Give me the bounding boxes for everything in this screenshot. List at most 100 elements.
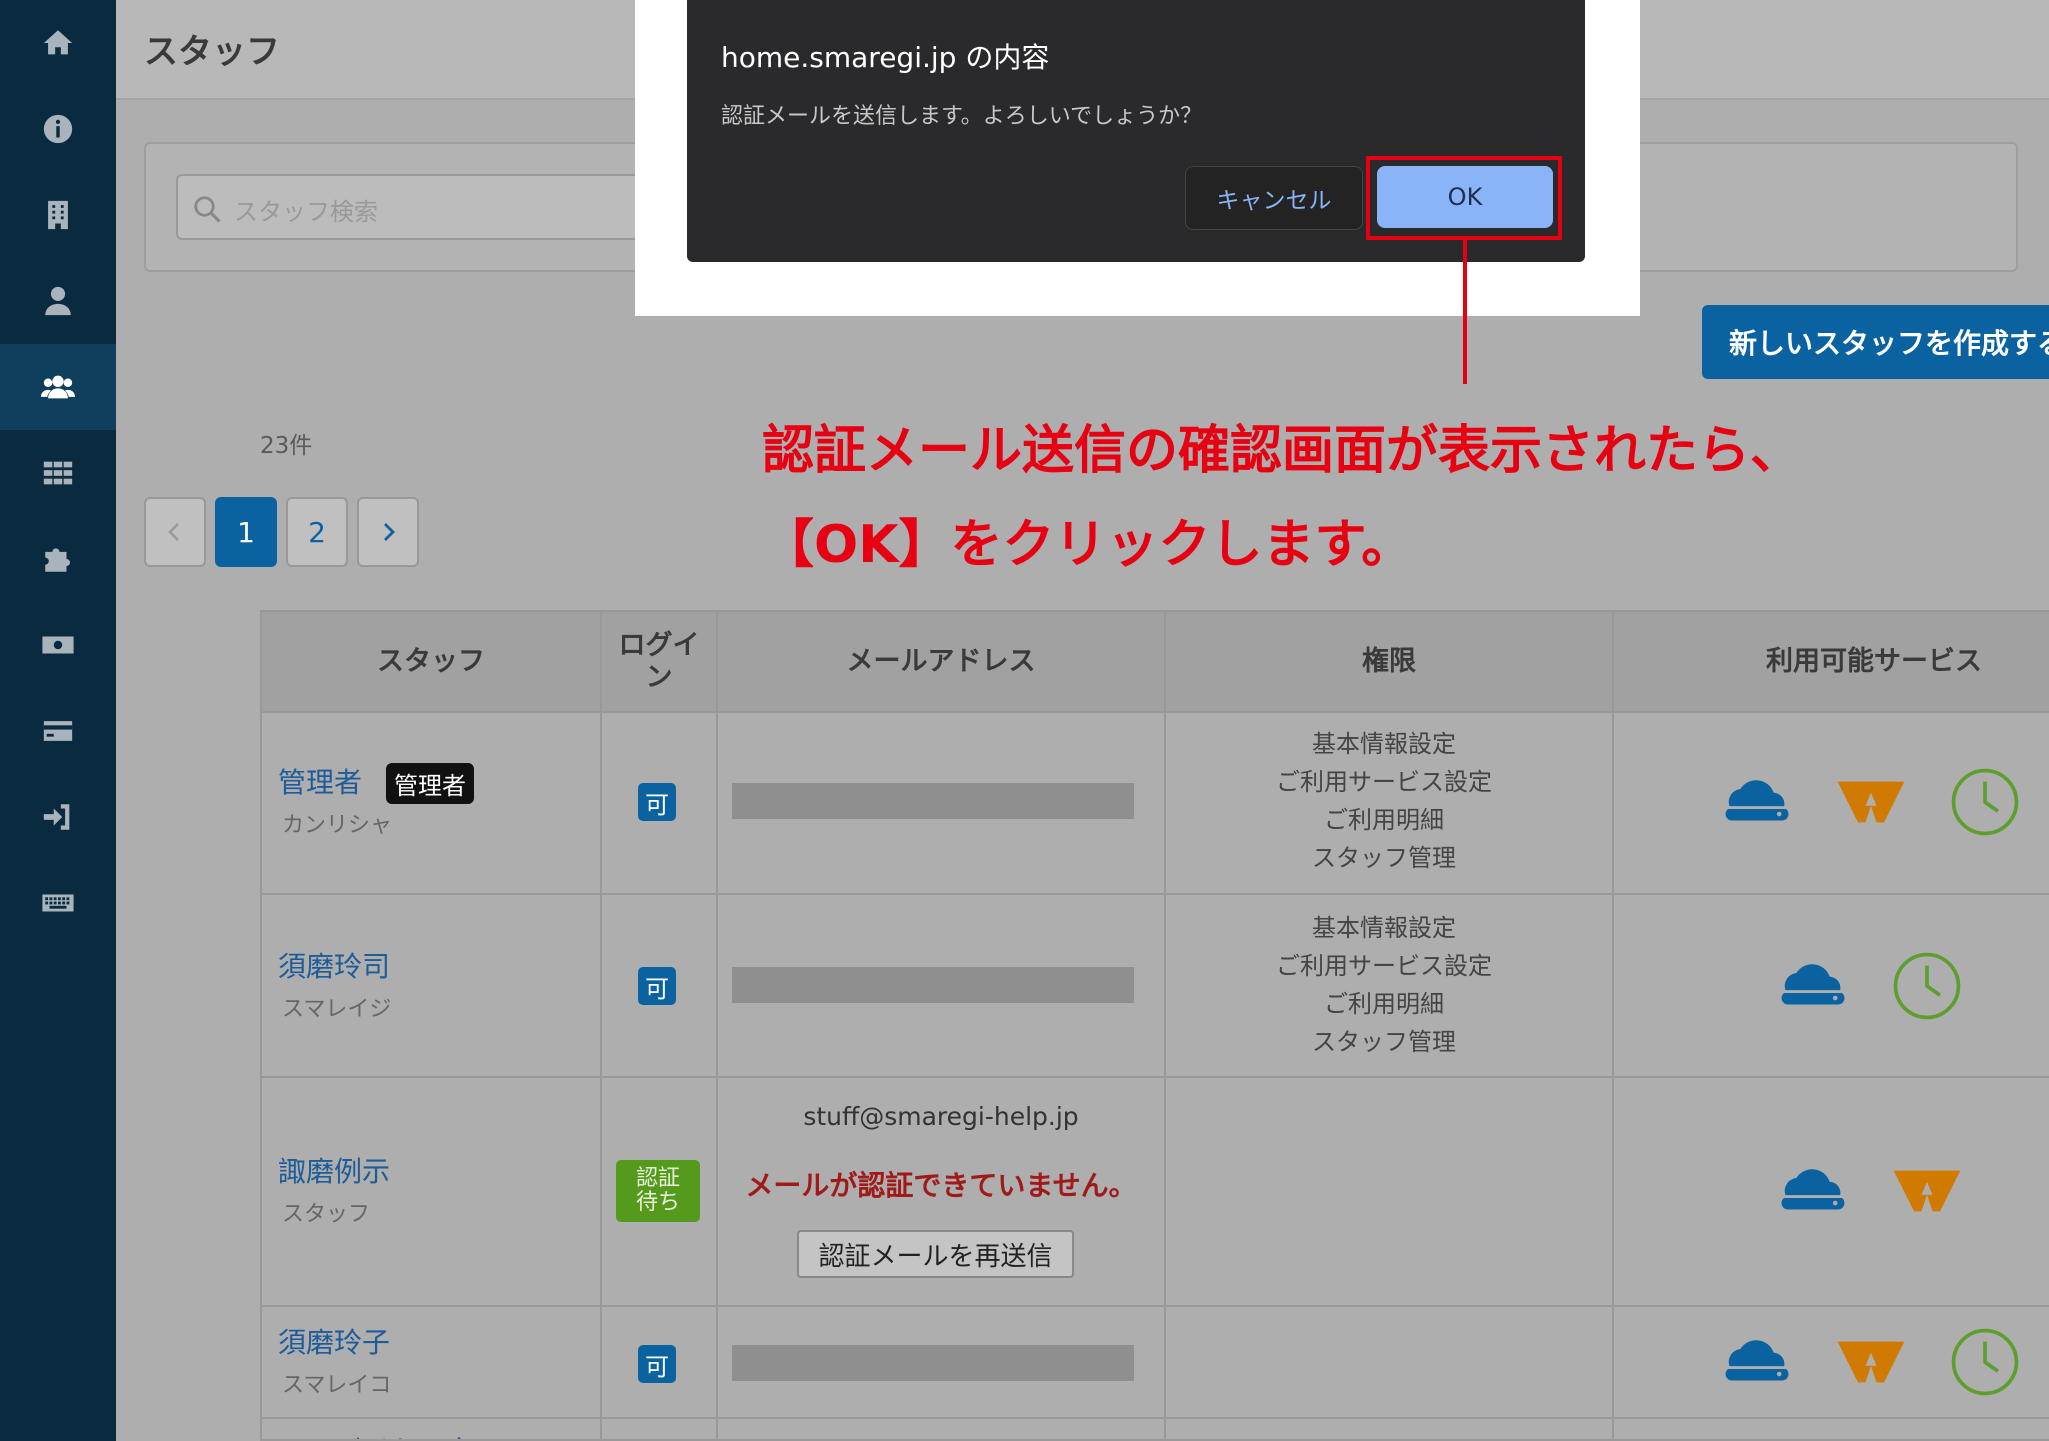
nav-plugins[interactable] [0, 516, 116, 602]
cloud-icon [1725, 1340, 1789, 1381]
nav-billing[interactable] [0, 602, 116, 688]
money-icon [42, 636, 74, 654]
search-placeholder: スタッフ検索 [234, 198, 378, 226]
cloud-icon [1781, 1169, 1845, 1210]
staff-kana: スタッフ [282, 1202, 371, 1227]
permission-list: 基本情報設定 ご利用サービス設定 ご利用明細 スタッフ管理 [1162, 909, 1606, 1061]
staff-name-link[interactable]: 管理者 [278, 761, 362, 801]
cancel-button[interactable]: キャンセル [1185, 166, 1363, 230]
user-icon [45, 286, 71, 316]
credit-card-icon [43, 721, 73, 741]
pending-line2: 待ち [635, 1190, 680, 1215]
nav-staff[interactable] [0, 344, 116, 430]
puzzle-icon [45, 548, 71, 572]
search-icon [194, 196, 221, 223]
login-badge: 可 [638, 783, 676, 821]
nav-user[interactable] [0, 258, 116, 344]
nav-building[interactable] [0, 172, 116, 258]
login-badge: 可 [638, 1345, 676, 1383]
perm-item: スタッフ管理 [1312, 844, 1456, 872]
nav-keyboard[interactable] [0, 860, 116, 946]
table-row: 須磨玲司 スマレイジ 可 基本情報設定 ご利用サービス設定 ご利用明細 スタッフ… [262, 895, 2049, 1078]
nav-login[interactable] [0, 774, 116, 860]
col-login-line1: ログイ [618, 629, 700, 661]
admin-badge: 管理者 [386, 763, 474, 804]
column-divider [1612, 612, 1614, 1439]
table-row: アルバイトスタッフ [262, 1419, 2049, 1439]
callout-line [1463, 240, 1467, 384]
perm-item: ご利用明細 [1324, 990, 1444, 1018]
nav-home[interactable] [0, 0, 116, 86]
auth-warning: メールが認証できていません。 [745, 1169, 1137, 1202]
annotation-line1: 認証メール送信の確認画面が表示されたら、 [762, 421, 1803, 481]
clock-icon [1951, 1328, 2019, 1396]
pagination-page-2[interactable]: 2 [286, 497, 348, 567]
staff-name-link[interactable]: アルバイトスタッフ [278, 1429, 530, 1439]
home-icon [43, 30, 73, 55]
perm-item: ご利用サービス設定 [1276, 768, 1492, 796]
dialog-title: home.smaregi.jp の内容 [721, 41, 1050, 74]
nav-apps[interactable] [0, 430, 116, 516]
ok-highlight-box [1366, 156, 1562, 240]
sidebar [0, 0, 116, 1441]
login-badge: 可 [638, 967, 676, 1005]
page-title: スタッフ [144, 32, 280, 72]
chevron-left-icon [168, 523, 179, 541]
col-login-line2: ン [645, 661, 673, 693]
staff-table: スタッフ ログイ ン メールアドレス 権限 利用可能サービス 管理者 管理者 カ… [260, 610, 2049, 1441]
waiter-icon [1837, 1341, 1905, 1383]
create-staff-label: 新しいスタッフを作成する [1728, 327, 2049, 360]
search-input[interactable]: スタッフ検索 [176, 174, 696, 240]
col-login: ログイ ン [602, 612, 716, 711]
staff-name-link[interactable]: 須磨玲子 [278, 1321, 390, 1361]
column-divider [600, 612, 602, 1439]
waiter-icon [1837, 781, 1905, 823]
nav-payment[interactable] [0, 688, 116, 774]
table-row: 須磨玲子 スマレイコ 可 [262, 1307, 2049, 1419]
permission-list: 基本情報設定 ご利用サービス設定 ご利用明細 スタッフ管理 [1162, 725, 1606, 877]
staff-kana: カンリシャ [282, 813, 393, 838]
perm-item: スタッフ管理 [1312, 1028, 1456, 1056]
staff-name-link[interactable]: 諏磨例示 [278, 1150, 390, 1190]
col-staff: スタッフ [377, 645, 485, 677]
users-icon [41, 375, 75, 399]
clock-icon [1951, 768, 2019, 836]
grid-icon [43, 461, 73, 485]
table-row: 諏磨例示 スタッフ 認証 待ち stuff@smaregi-help.jp メー… [262, 1078, 2049, 1307]
staff-kana: スマレイコ [282, 1373, 392, 1398]
staff-name-link[interactable]: 須磨玲司 [278, 945, 390, 985]
create-staff-button[interactable]: 新しいスタッフを作成する [1702, 305, 2049, 379]
pending-badge: 認証 待ち [616, 1160, 700, 1222]
col-services: 利用可能サービス [1766, 645, 1982, 677]
pending-line1: 認証 [635, 1166, 680, 1191]
waiter-icon [1893, 1170, 1961, 1212]
column-divider [1164, 612, 1166, 1439]
keyboard-icon [42, 894, 74, 912]
email-redacted [732, 1345, 1134, 1381]
cloud-icon [1781, 964, 1845, 1005]
annotation-line2: 【OK】をクリックします。 [762, 515, 1414, 575]
email-redacted [732, 967, 1134, 1003]
pagination-page-1[interactable]: 1 [215, 497, 277, 567]
table-header: スタッフ ログイ ン メールアドレス 権限 利用可能サービス [262, 612, 2049, 713]
email-address: stuff@smaregi-help.jp [803, 1102, 1079, 1131]
pagination-next[interactable] [357, 497, 419, 567]
col-email: メールアドレス [846, 645, 1036, 677]
perm-item: ご利用サービス設定 [1276, 952, 1492, 980]
nav-info[interactable] [0, 86, 116, 172]
pagination-prev[interactable] [144, 497, 206, 567]
email-redacted [732, 783, 1134, 819]
column-divider [716, 612, 718, 1439]
cloud-icon [1725, 780, 1789, 821]
dialog-message: 認証メールを送信します。よろしいでしょうか？ [721, 104, 1203, 129]
result-count: 23件 [260, 433, 313, 459]
col-permission: 権限 [1362, 645, 1416, 677]
table-row: 管理者 管理者 カンリシャ 可 基本情報設定 ご利用サービス設定 ご利用明細 ス… [262, 711, 2049, 895]
info-icon [43, 114, 73, 144]
chevron-right-icon [384, 523, 395, 541]
sign-in-icon [43, 804, 70, 830]
staff-kana: スマレイジ [282, 997, 392, 1022]
building-icon [48, 200, 68, 230]
perm-item: 基本情報設定 [1312, 914, 1456, 942]
resend-auth-button[interactable]: 認証メールを再送信 [797, 1230, 1074, 1278]
